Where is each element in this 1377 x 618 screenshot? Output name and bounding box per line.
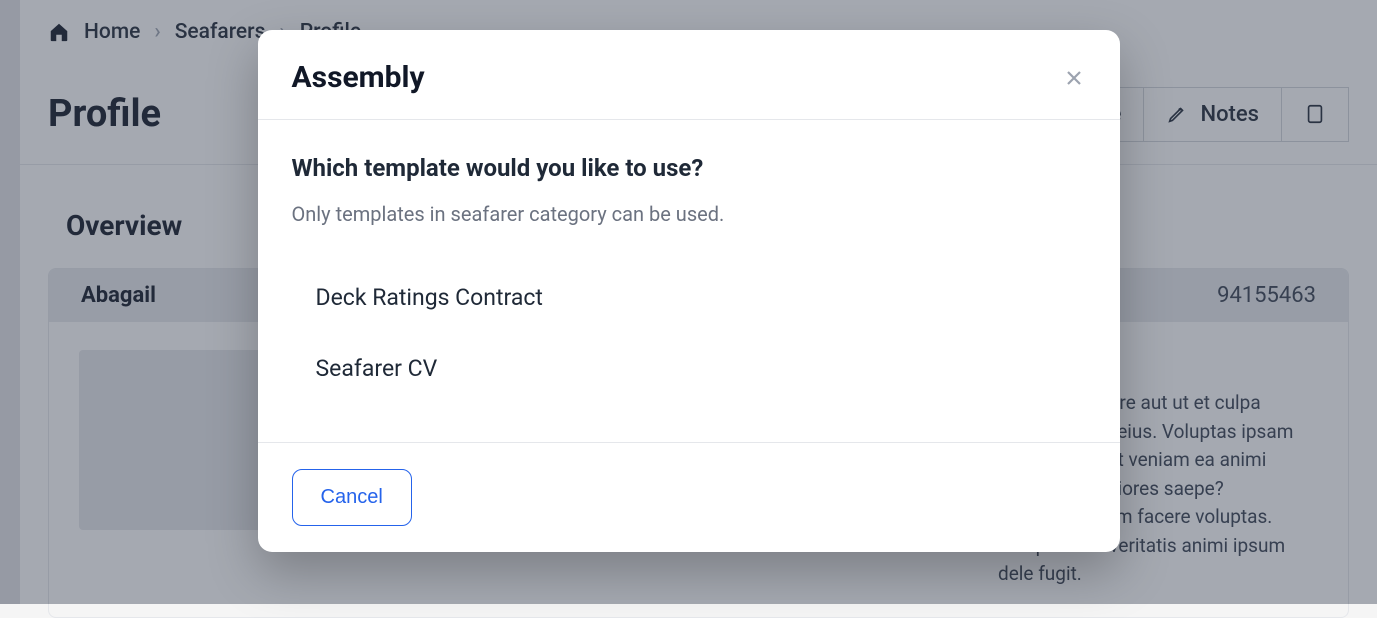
- close-button[interactable]: [1062, 66, 1086, 90]
- modal-body: Which template would you like to use? On…: [258, 120, 1120, 442]
- modal-title: Assembly: [292, 60, 425, 95]
- modal-header: Assembly: [258, 30, 1120, 120]
- close-icon: [1062, 66, 1086, 90]
- template-option-seafarer-cv[interactable]: Seafarer CV: [292, 333, 1086, 404]
- template-option-deck-ratings[interactable]: Deck Ratings Contract: [292, 262, 1086, 333]
- modal-question: Which template would you like to use?: [292, 154, 1086, 182]
- assembly-modal: Assembly Which template would you like t…: [258, 30, 1120, 552]
- modal-hint: Only templates in seafarer category can …: [292, 202, 1086, 226]
- cancel-button[interactable]: Cancel: [292, 469, 412, 526]
- modal-overlay[interactable]: Assembly Which template would you like t…: [0, 0, 1377, 604]
- modal-footer: Cancel: [258, 442, 1120, 552]
